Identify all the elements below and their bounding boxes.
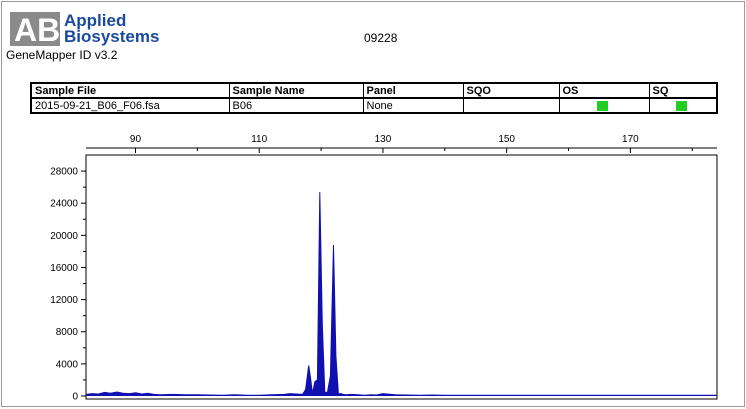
y-axis: 0 4000 8000 12000 16000 20000 24000 28000 [50,167,86,403]
y-tick-label: 16000 [50,263,78,274]
series-layer [85,191,717,396]
x-tick-label: 170 [622,134,639,145]
x-tick-label: 150 [498,134,515,145]
series-fill [86,192,717,396]
x-tick-label: 130 [375,134,392,145]
y-tick-label: 20000 [50,231,78,242]
series-line [85,191,717,396]
report-page: AB Applied Biosystems GeneMapper ID v3.2… [1,1,745,407]
electropherogram-chart: 90 110 130 150 170 0 4000 8000 12000 16000 20000 2… [50,134,718,403]
plot-frame [85,154,718,400]
y-tick-label: 12000 [50,295,78,306]
y-tick-label: 4000 [56,359,79,370]
x-tick-label: 90 [130,134,142,145]
y-tick-label: 0 [72,392,78,403]
y-tick-label: 8000 [56,327,79,338]
x-axis: 90 110 130 150 170 [86,134,717,153]
x-tick-label: 110 [251,134,267,145]
y-tick-label: 28000 [50,167,78,178]
y-tick-label: 24000 [50,199,78,210]
